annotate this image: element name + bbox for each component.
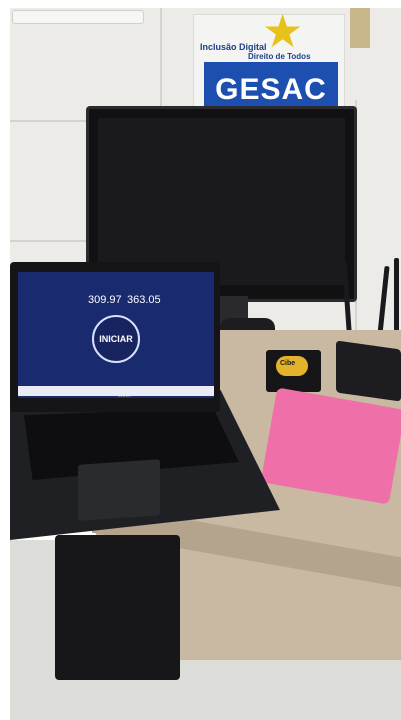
wall-shelf (12, 10, 144, 24)
upload-value: 363.05 (127, 294, 161, 306)
start-test-button[interactable]: INICIAR (92, 315, 140, 363)
star-decoration-icon: ★ (262, 5, 304, 57)
box-label-text: Cibe (280, 360, 296, 367)
poster-logo: GESAC (204, 62, 338, 108)
wifi-router (336, 340, 401, 402)
wall-conduit (350, 8, 370, 48)
laptop-touchpad (78, 459, 160, 521)
pc-tower (55, 535, 180, 680)
monitor-screen (98, 118, 345, 285)
start-test-label: INICIAR (99, 334, 133, 344)
photo-scene: Inclusão Digital Direito de Todos GESAC … (0, 0, 401, 720)
download-value: 309.97 (88, 294, 122, 306)
tile-grout (160, 8, 162, 108)
poster-line1: Inclusão Digital (200, 42, 267, 52)
laptop-taskbar (18, 386, 214, 396)
